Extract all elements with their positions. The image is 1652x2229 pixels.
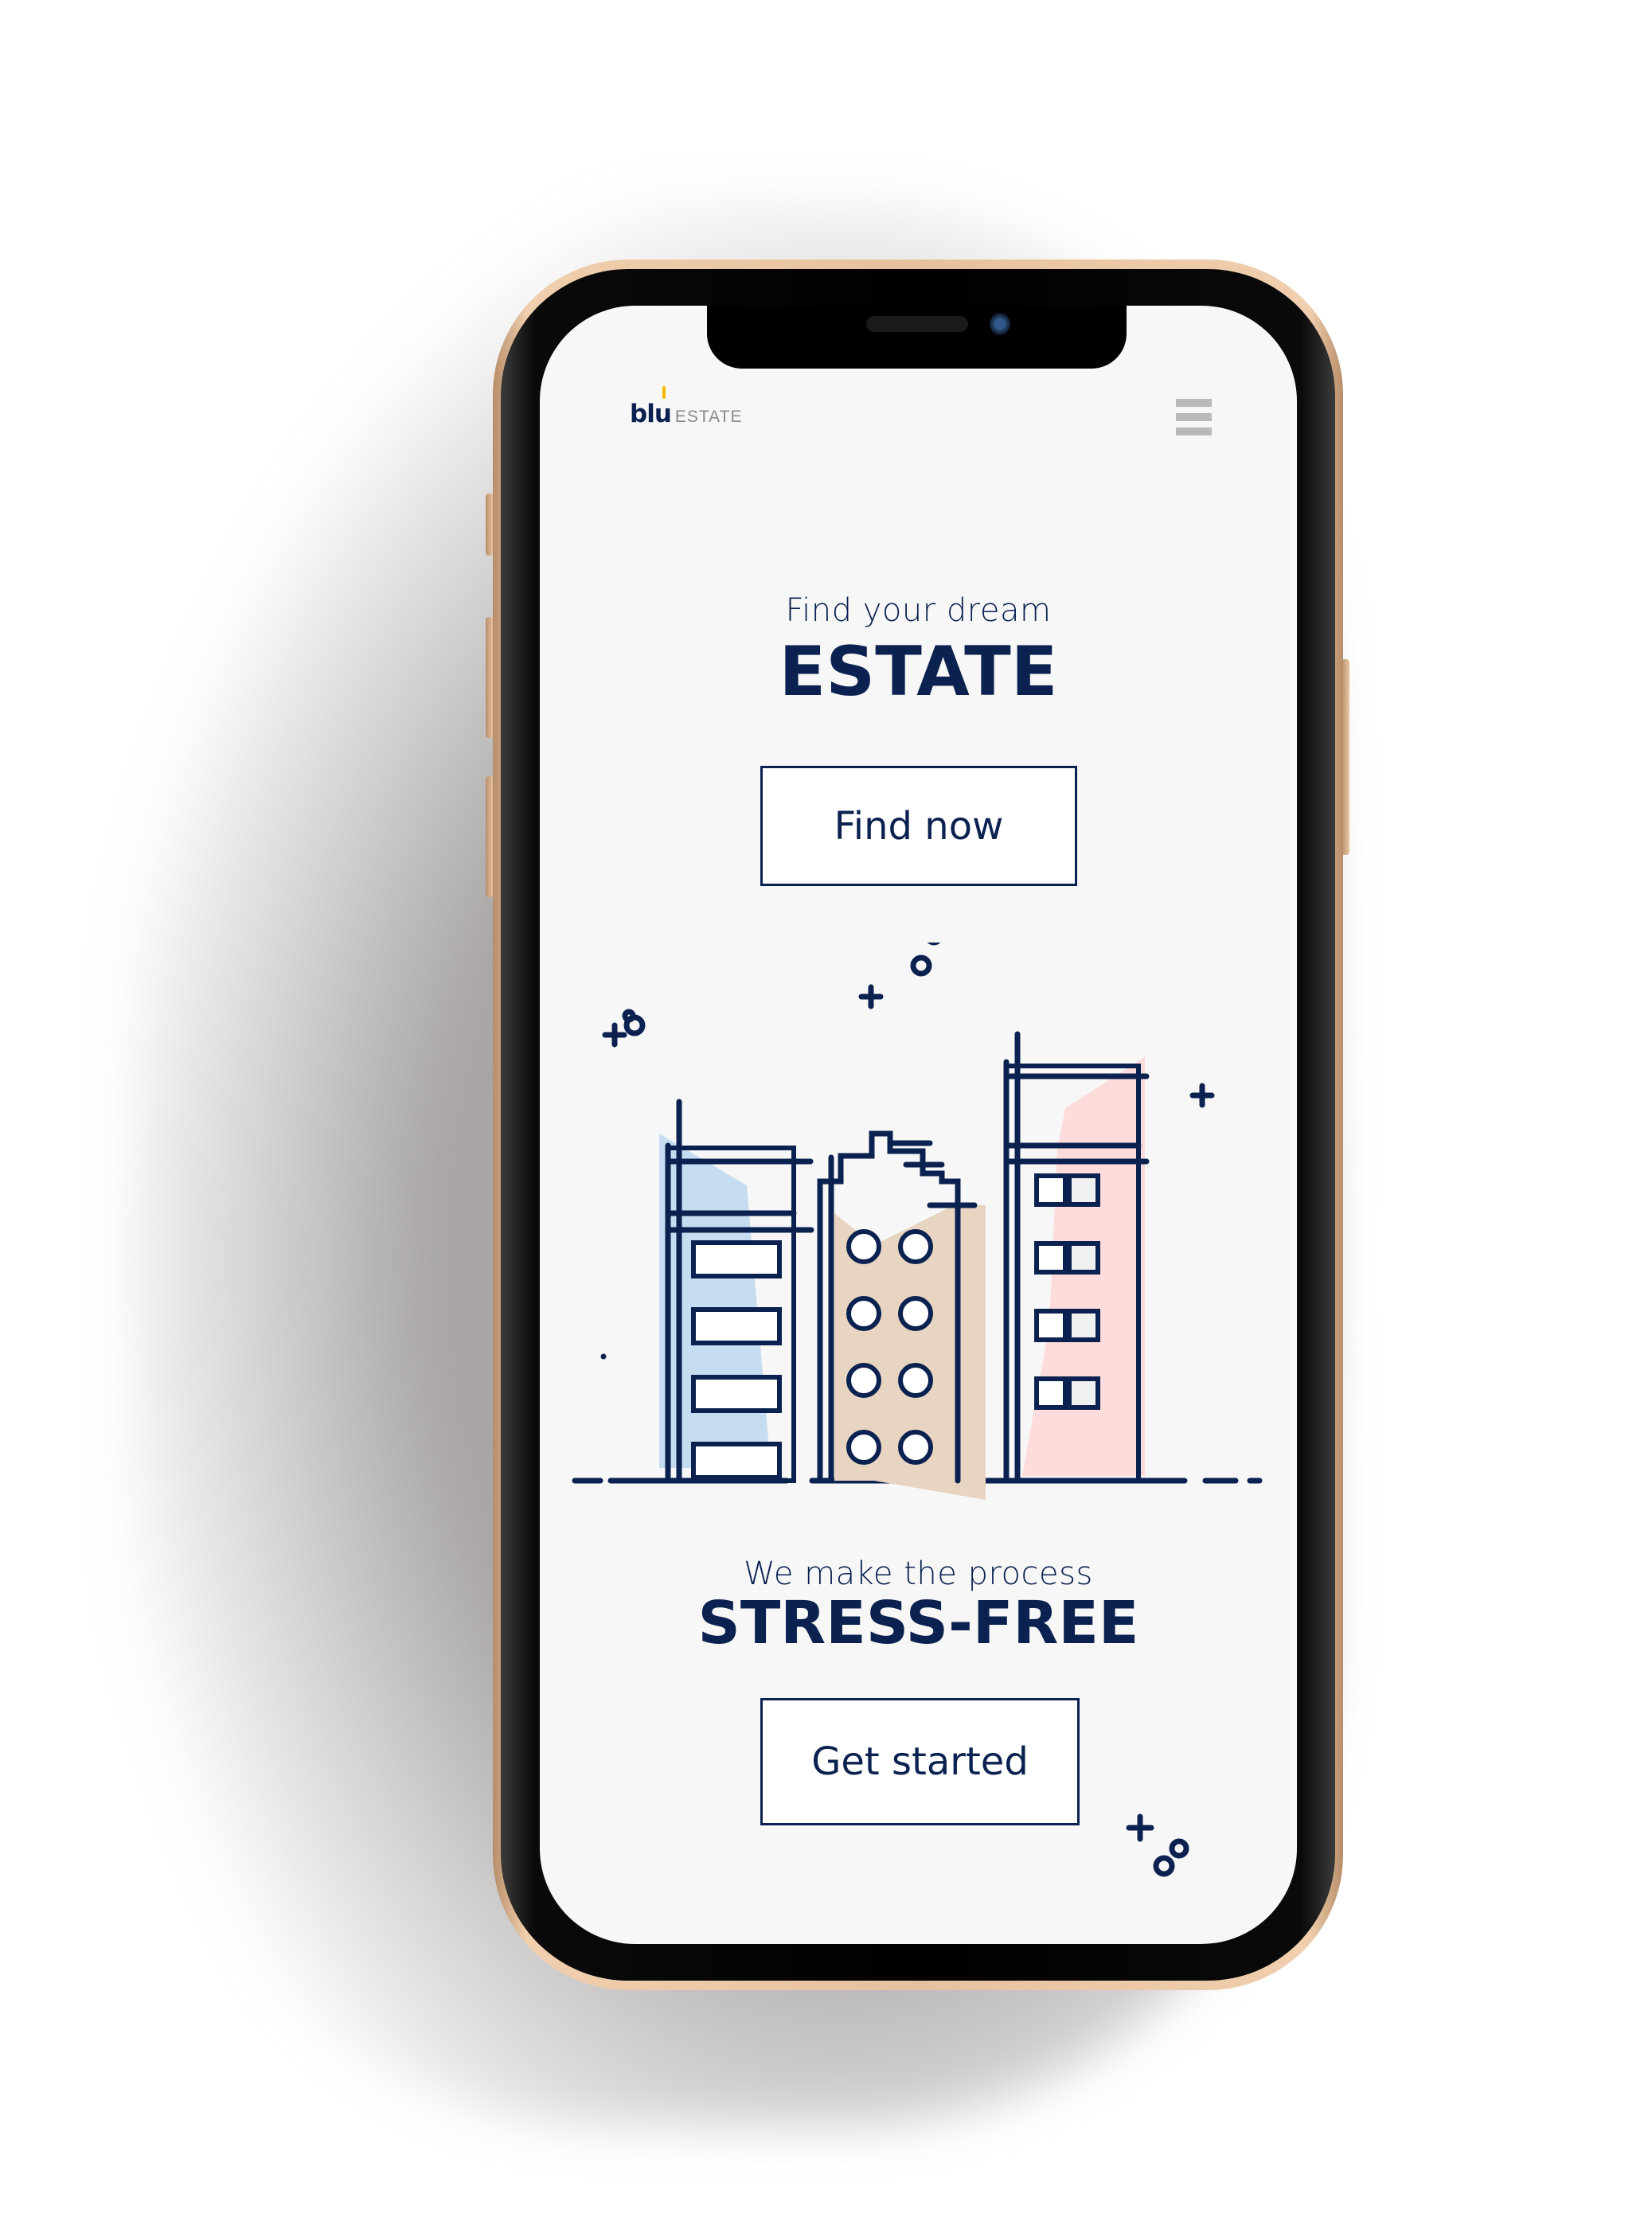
- brand-logo[interactable]: blu ESTATE: [630, 386, 743, 428]
- logo-estate-text: ESTATE: [674, 408, 743, 426]
- hamburger-menu-icon[interactable]: [1176, 399, 1212, 439]
- logo-accent-mark: [662, 386, 666, 399]
- earpiece-speaker: [866, 316, 968, 332]
- front-camera: [990, 313, 1010, 335]
- building-blue: [659, 1099, 814, 1484]
- logo-blu-text: blu: [630, 400, 672, 428]
- phone-screen: blu ESTATE Find your dream ESTATE Find n…: [540, 306, 1297, 1944]
- sparkle-circle-icon: [1153, 1855, 1175, 1877]
- find-now-button[interactable]: Find now: [760, 766, 1077, 886]
- sparkle-plus-icon: [602, 1022, 627, 1048]
- building-tan: [817, 1130, 986, 1500]
- city-buildings-illustration: [572, 943, 1263, 1500]
- sparkle-plus-icon: [1189, 1083, 1215, 1108]
- decorative-sparkles: [1126, 1813, 1189, 1877]
- menu-bar: [1176, 399, 1212, 407]
- get-started-button[interactable]: Get started: [760, 1698, 1080, 1825]
- building-pink: [1003, 1031, 1150, 1484]
- section2-subtitle: We make the process: [744, 1556, 1093, 1592]
- sparkle-plus-icon: [858, 984, 884, 1009]
- hero-title: ESTATE: [779, 632, 1058, 712]
- menu-bar: [1176, 427, 1212, 435]
- menu-bar: [1176, 413, 1212, 421]
- sparkle-plus-icon: [1126, 1813, 1154, 1842]
- sparkle-circle-icon: [1169, 1838, 1189, 1859]
- sparkle-circle-icon: [910, 954, 932, 977]
- sparkle-circle-icon: [622, 1009, 636, 1023]
- section2-title: STRESS-FREE: [697, 1589, 1139, 1657]
- hero-subtitle: Find your dream: [785, 592, 1052, 629]
- phone-notch: [707, 306, 1127, 369]
